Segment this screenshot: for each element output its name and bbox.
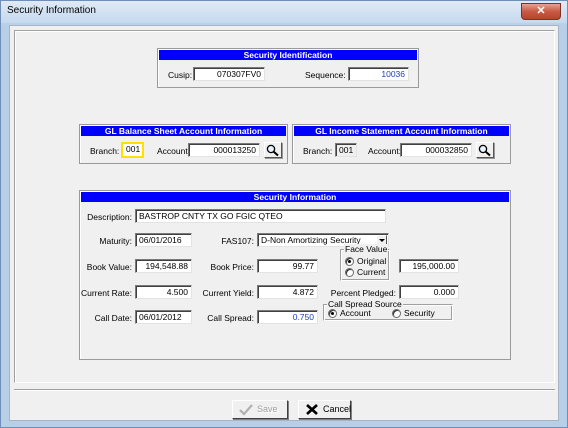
maturity-field[interactable]: 06/01/2016 — [135, 233, 192, 247]
face-value-current-label: Current — [357, 267, 386, 277]
gl-income-statement-group: GL Income Statement Account Information … — [292, 124, 511, 164]
face-value-original-radio[interactable] — [345, 257, 354, 266]
call-date-label: Call Date: — [94, 313, 132, 323]
cancel-button[interactable]: Cancel — [298, 400, 351, 419]
current-rate-field[interactable]: 4.500 — [135, 285, 192, 299]
x-icon — [306, 404, 318, 415]
book-value-field[interactable]: 194,548.88 — [135, 259, 192, 273]
security-information-group: Security Information Description: BASTRO… — [79, 190, 511, 360]
branch-field: 001 — [335, 143, 357, 157]
branch-label: Branch: — [303, 146, 333, 156]
gl-balance-sheet-group: GL Balance Sheet Account Information Bra… — [79, 124, 288, 164]
call-spread-field[interactable]: 0.750 — [257, 310, 318, 324]
security-information-header: Security Information — [81, 192, 509, 202]
description-field[interactable]: BASTROP CNTY TX GO FGIC QTEO — [135, 209, 386, 223]
description-label: Description: — [87, 212, 132, 222]
book-price-label: Book Price: — [210, 262, 254, 272]
call-spread-source-security-radio[interactable] — [392, 309, 401, 318]
gl-balance-sheet-header: GL Balance Sheet Account Information — [81, 126, 286, 136]
account-label: Account: — [368, 146, 402, 156]
sequence-field[interactable]: 10036 — [348, 67, 409, 81]
current-rate-label: Current Rate: — [80, 288, 132, 298]
call-spread-source-security-label: Security — [404, 308, 435, 318]
account-field[interactable]: 000032850 — [400, 143, 472, 157]
account-field[interactable]: 000013250 — [188, 143, 260, 157]
face-value-legend: Face Value — [344, 244, 389, 254]
cancel-label: Cancel — [323, 404, 352, 414]
gl-income-statement-header: GL Income Statement Account Information — [294, 126, 509, 136]
current-yield-label: Current Yield: — [202, 288, 255, 298]
call-spread-source-group: Call Spread Source Account Security — [323, 299, 453, 321]
close-icon: ✕ — [536, 5, 546, 17]
account-label: Account: — [157, 146, 191, 156]
call-date-field[interactable]: 06/01/2012 — [135, 310, 192, 324]
call-spread-source-account-label: Account — [340, 308, 371, 318]
security-information-window: Security Information ✕ Security Identifi… — [0, 0, 568, 428]
magnifier-icon — [266, 144, 279, 157]
window-title: Security Information — [7, 5, 96, 16]
dialog-client-area: Security Identification Cusip: 070307FV0… — [9, 25, 559, 421]
book-price-field[interactable]: 99.77 — [257, 259, 318, 273]
maturity-label: Maturity: — [99, 236, 132, 246]
checkmark-icon — [239, 404, 253, 416]
security-identification-header: Security Identification — [159, 50, 417, 60]
sequence-label: Sequence: — [305, 70, 346, 80]
call-spread-label: Call Spread: — [207, 313, 254, 323]
face-value-field[interactable]: 195,000.00 — [399, 259, 459, 273]
face-value-current-radio[interactable] — [345, 268, 354, 277]
save-label: Save — [257, 404, 278, 414]
percent-pledged-label: Percent Pledged: — [330, 288, 396, 298]
save-button[interactable]: Save — [232, 400, 288, 419]
content-panel: Security Identification Cusip: 070307FV0… — [14, 30, 555, 383]
close-button[interactable]: ✕ — [521, 3, 561, 20]
branch-label: Branch: — [90, 146, 120, 156]
book-value-label: Book Value: — [86, 262, 132, 272]
branch-field[interactable]: 001 — [121, 142, 144, 158]
security-identification-group: Security Identification Cusip: 070307FV0… — [157, 48, 419, 88]
account-search-button[interactable] — [264, 142, 282, 158]
title-bar[interactable]: Security Information ✕ — [1, 1, 567, 23]
account-search-button[interactable] — [476, 142, 494, 158]
call-spread-source-account-radio[interactable] — [328, 309, 337, 318]
cusip-field[interactable]: 070307FV0 — [193, 67, 265, 81]
percent-pledged-field[interactable]: 0.000 — [399, 285, 459, 299]
fas107-label: FAS107: — [221, 236, 254, 246]
cusip-label: Cusip: — [168, 70, 193, 80]
face-value-group: Face Value Original Current — [340, 244, 390, 281]
magnifier-icon — [478, 144, 491, 157]
button-separator — [14, 389, 555, 391]
current-yield-field[interactable]: 4.872 — [257, 285, 318, 299]
